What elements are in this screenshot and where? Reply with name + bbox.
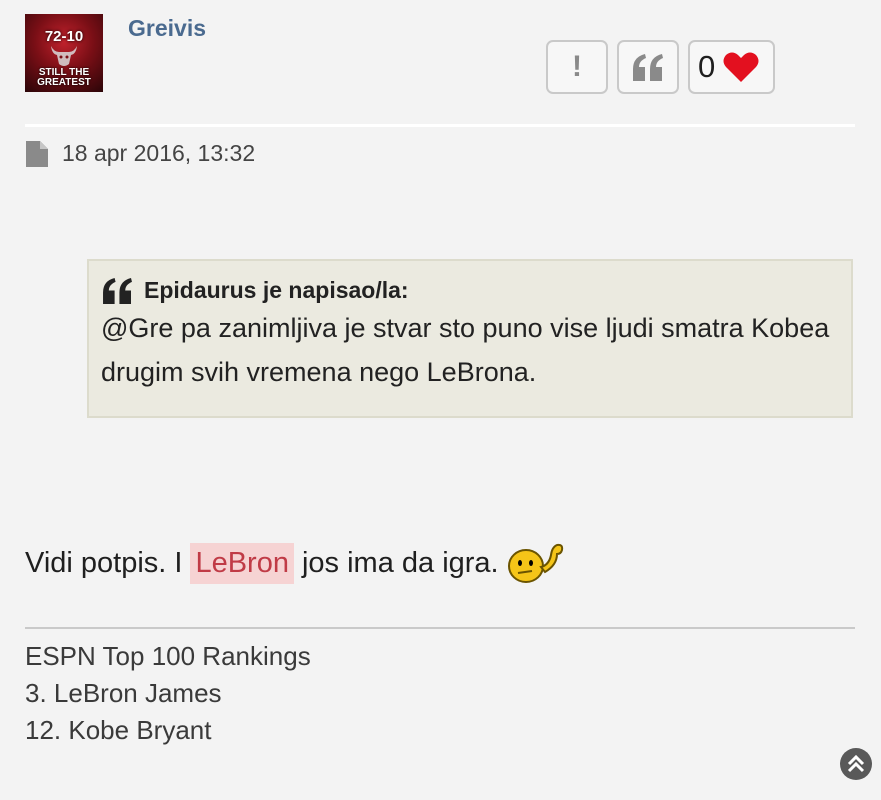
quote-icon: [103, 277, 132, 304]
quote-icon: [633, 54, 663, 81]
thinking-flex-smiley-icon: [507, 543, 563, 583]
bull-logo-icon: [51, 46, 77, 66]
post-date-row: 18 apr 2016, 13:32: [26, 140, 255, 167]
signature-line: 3. LeBron James: [25, 678, 222, 708]
avatar-top-text: 72-10: [44, 28, 84, 45]
like-button[interactable]: 0: [688, 40, 775, 94]
body-text-before: Vidi potpis. I: [25, 546, 183, 579]
signature-line: 12. Kobe Bryant: [25, 715, 212, 745]
chevron-up-icon: [847, 754, 865, 773]
signature-divider: [25, 627, 855, 629]
quote-button[interactable]: [617, 40, 679, 94]
post-date: 18 apr 2016, 13:32: [62, 140, 256, 166]
post-username[interactable]: Greivis: [128, 15, 206, 42]
quote-header: Epidaurus je napisao/la:: [101, 277, 839, 304]
avatar-bottom-text: STILL THE GREATEST: [37, 67, 91, 88]
report-button[interactable]: !: [546, 40, 608, 94]
signature: ESPN Top 100 Rankings 3. LeBron James 12…: [25, 638, 311, 749]
post-body: Vidi potpis. I LeBron jos ima da igra.: [25, 541, 565, 585]
quote-author[interactable]: Epidaurus je napisao/la:: [144, 277, 409, 304]
like-count: 0: [698, 49, 716, 84]
header-divider: [25, 124, 855, 127]
exclamation-icon: !: [572, 50, 582, 83]
heart-icon: [723, 52, 759, 82]
body-text-after: jos ima da igra.: [301, 546, 499, 579]
quote-block: Epidaurus je napisao/la: @Gre pa zanimlj…: [87, 259, 853, 418]
quote-text: @Gre pa zanimljiva je stvar sto puno vis…: [101, 313, 830, 387]
scroll-to-top-button[interactable]: [840, 748, 872, 780]
signature-line: ESPN Top 100 Rankings: [25, 641, 311, 671]
document-icon: [26, 140, 48, 167]
highlighted-keyword: LeBron: [190, 542, 294, 584]
user-avatar[interactable]: 72-10 STILL THE GREATEST: [25, 14, 103, 92]
